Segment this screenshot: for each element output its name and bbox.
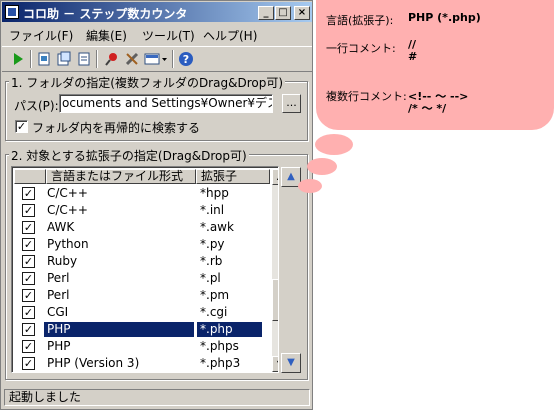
thought-bubble-dot — [307, 158, 337, 175]
row-language: PHP — [47, 339, 71, 353]
scroll-thumb[interactable] — [272, 279, 278, 321]
menu-edit[interactable]: 編集(E) — [86, 27, 127, 44]
row-extension: *.pl — [200, 271, 221, 285]
extension-group-title: 2. 対象とする拡張子の指定(Drag&Drop可) — [9, 147, 249, 164]
menu-file[interactable]: ファイル(F) — [9, 27, 73, 44]
path-label: パス(P): — [14, 99, 59, 113]
scroll-up-button[interactable]: ▲ — [272, 169, 278, 185]
maximize-button[interactable]: □ — [275, 6, 291, 20]
row-language: C/C++ — [47, 186, 88, 200]
row-checkbox[interactable]: ✓ — [22, 272, 35, 285]
status-bar: 起動しました — [2, 387, 312, 409]
info-bubble: 言語(拡張子): PHP (*.php) 一行コメント: // # 複数行コメン… — [316, 0, 554, 130]
toolbar-separator — [172, 50, 174, 68]
row-extension: *.php — [197, 322, 262, 337]
row-language: Python — [47, 237, 89, 251]
thought-bubble-dot — [298, 179, 322, 193]
run-icon[interactable] — [10, 51, 26, 67]
row-extension: *.py — [200, 237, 225, 251]
row-checkbox[interactable]: ✓ — [22, 289, 35, 302]
row-checkbox[interactable]: ✓ — [22, 187, 35, 200]
row-language: Perl — [47, 271, 70, 285]
help-icon[interactable]: ? — [178, 51, 194, 67]
row-extension: *.inl — [200, 203, 225, 217]
folder-group-title: 1. フォルダの指定(複数フォルダのDrag&Drop可) — [9, 74, 285, 91]
row-language: Ruby — [47, 254, 78, 268]
table-row[interactable]: ✓ CGI *.cgi — [14, 304, 262, 321]
row-language: C/C++ — [47, 203, 88, 217]
close-button[interactable]: × — [294, 6, 310, 20]
row-language: AWK — [47, 220, 75, 234]
column-header-extension[interactable]: 拡張子 — [196, 169, 270, 184]
language-label: 言語(拡張子): — [326, 14, 394, 27]
open-icon[interactable] — [56, 51, 72, 67]
column-header-language[interactable]: 言語またはファイル形式 — [46, 169, 196, 184]
option-icon[interactable] — [144, 51, 168, 67]
column-header-check[interactable] — [14, 169, 46, 184]
row-language: CGI — [47, 305, 69, 319]
move-down-button[interactable]: ▼ — [281, 353, 301, 373]
minimize-button[interactable]: _ — [258, 6, 274, 20]
row-checkbox[interactable]: ✓ — [22, 357, 35, 370]
app-icon — [5, 5, 19, 19]
row-extension: *.awk — [200, 220, 234, 234]
table-row[interactable]: ✓ Python *.py — [14, 236, 262, 253]
row-extension: *.pm — [200, 288, 230, 302]
table-row[interactable]: ✓ PHP (Version 3) *.php3 — [14, 355, 262, 372]
row-language: Perl — [47, 288, 70, 302]
menu-bar: ファイル(F) 編集(E) ツール(T) ヘルプ(H) — [2, 24, 312, 44]
row-extension: *.cgi — [200, 305, 228, 319]
block-comment-value: /* ～ */ — [408, 102, 447, 115]
row-extension: *.phps — [200, 339, 239, 353]
list-scrollbar[interactable]: ▲ ▼ — [272, 169, 278, 372]
doc-icon[interactable] — [76, 51, 92, 67]
recursive-label: フォルダ内を再帰的に検索する — [32, 121, 201, 135]
menu-help[interactable]: ヘルプ(H) — [203, 27, 257, 44]
table-row[interactable]: ✓ C/C++ *.inl — [14, 202, 262, 219]
block-comment-label: 複数行コメント: — [326, 90, 407, 103]
thought-bubble-dot — [315, 134, 353, 155]
status-text: 起動しました — [4, 389, 310, 406]
row-extension: *hpp — [200, 186, 229, 200]
browse-button[interactable]: ... — [282, 94, 301, 113]
line-comment-label: 一行コメント: — [326, 42, 396, 55]
table-row[interactable]: ✓ Ruby *.rb — [14, 253, 262, 270]
table-row[interactable]: ✓ AWK *.awk — [14, 219, 262, 236]
row-extension: *.rb — [200, 254, 223, 268]
row-language: PHP (Version 3) — [47, 356, 140, 370]
row-checkbox[interactable]: ✓ — [22, 255, 35, 268]
svg-text:?: ? — [183, 53, 189, 66]
toolbar: ? — [2, 46, 312, 72]
row-language: PHP — [44, 322, 194, 337]
table-row[interactable]: ✓ C/C++ *hpp — [14, 185, 262, 202]
table-row[interactable]: ✓ Perl *.pl — [14, 270, 262, 287]
window-title: コロ助 － ステップ数カウンタ — [23, 7, 188, 21]
row-checkbox[interactable]: ✓ — [22, 306, 35, 319]
table-row[interactable]: ✓ Perl *.pm — [14, 287, 262, 304]
row-checkbox[interactable]: ✓ — [22, 204, 35, 217]
row-checkbox[interactable]: ✓ — [22, 323, 35, 336]
toolbar-separator — [96, 50, 98, 68]
row-checkbox[interactable]: ✓ — [22, 221, 35, 234]
row-extension: *.php3 — [200, 356, 241, 370]
pin-icon[interactable] — [104, 51, 120, 67]
tools-icon[interactable] — [124, 51, 140, 67]
main-window: コロ助 － ステップ数カウンタ _ □ × ファイル(F) 編集(E) ツール(… — [0, 0, 313, 410]
path-input[interactable]: ocuments and Settings¥Owner¥デスクトップ — [59, 94, 273, 113]
toolbar-separator — [30, 50, 32, 68]
new-icon[interactable] — [36, 51, 52, 67]
menu-tools[interactable]: ツール(T) — [142, 27, 195, 44]
table-row[interactable]: ✓ PHP *.php — [14, 321, 262, 338]
table-row[interactable]: ✓ PHP *.phps — [14, 338, 262, 355]
row-checkbox[interactable]: ✓ — [22, 238, 35, 251]
extension-list[interactable]: 言語またはファイル形式 拡張子 ✓ C/C++ *hpp ✓ C/C++ *.inl ✓ AW… — [11, 166, 279, 373]
row-checkbox[interactable]: ✓ — [22, 340, 35, 353]
language-value: PHP (*.php) — [408, 11, 481, 24]
scroll-down-button[interactable]: ▼ — [272, 356, 278, 372]
line-comment-value: # — [408, 50, 418, 63]
title-bar[interactable]: コロ助 － ステップ数カウンタ _ □ × — [2, 2, 312, 22]
recursive-checkbox[interactable]: ✓ — [15, 120, 28, 133]
